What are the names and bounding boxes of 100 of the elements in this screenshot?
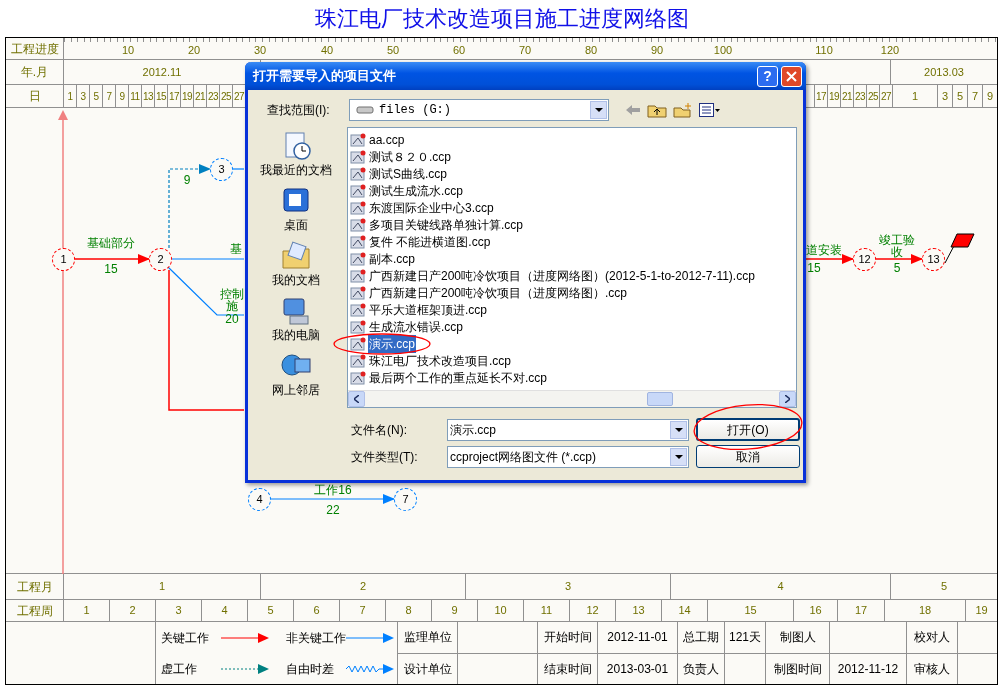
folder-up-icon[interactable] [647,102,667,118]
file-item[interactable]: 平乐大道框架顶进.ccp [368,300,488,319]
file-icon [350,353,366,368]
day-cell: 1 [64,85,77,107]
info-label: 设计单位 [398,653,458,684]
dialog-button[interactable]: 取消 [696,445,800,468]
info-label: 监理单位 [398,622,458,653]
day-cell: 19 [181,85,194,107]
activity-name: 工作16 [313,484,353,496]
file-item[interactable]: 复件 不能进横道图.ccp [368,232,492,251]
file-item[interactable]: 最后两个工作的重点延长不对.ccp [368,368,548,387]
dialog-button[interactable]: 打开(O) [696,418,800,441]
file-item[interactable]: 测试S曲线.ccp [368,164,448,183]
info-label: 结束时间 [538,653,598,684]
activity-duration: 15 [104,263,118,275]
file-item[interactable]: 测试生成流水.ccp [368,181,464,200]
chart-title: 珠江电厂技术改造项目施工进度网络图 [315,5,689,33]
file-item[interactable]: 珠江电厂技术改造项目.ccp [368,351,512,370]
file-item[interactable]: 测试８２０.ccp [368,147,452,166]
file-item[interactable]: aa.ccp [368,130,406,149]
place-label[interactable]: 我的电脑 [272,326,320,344]
info-value: 2013-03-01 [598,653,678,684]
file-item[interactable]: 演示.ccp [368,334,416,353]
day-cell: 11 [129,85,142,107]
horizontal-scrollbar[interactable] [348,390,796,407]
week-cell: 8 [386,600,432,621]
legend-label: 自由时差 [285,660,335,678]
file-field[interactable]: ccproject网络图文件 (*.ccp) [447,445,689,468]
view-menu-icon[interactable] [699,103,721,117]
activity-duration: 22 [326,504,340,516]
event-node: 13 [922,248,945,271]
scroll-right-icon[interactable] [779,391,796,407]
legend-arrow [221,663,269,674]
week-cell: 5 [248,600,294,621]
scroll-left-icon[interactable] [348,391,365,407]
tick-label: 70 [518,43,532,58]
file-item[interactable]: 多项目关键线路单独计算.ccp [368,215,524,234]
tick-label: 30 [253,43,267,58]
file-icon [350,149,366,164]
place-label[interactable]: 我的文档 [272,271,320,289]
place-label[interactable]: 网上邻居 [272,381,320,399]
flag-icon [944,233,975,264]
info-label: 制图时间 [766,653,830,684]
week-cell: 13 [616,600,662,621]
week-cell: 16 [794,600,838,621]
file-icon [350,217,366,232]
file-item[interactable]: 生成流水错误.ccp [368,317,464,336]
activity-duration: 20 [225,313,239,325]
scrollbar-thumb[interactable] [646,392,673,406]
activity-name: 基础部分 [86,237,136,249]
week-cell: 6 [294,600,340,621]
info-label: 开始时间 [538,622,598,653]
info-label: 制图人 [766,622,830,653]
field-label: 文件名(N): [351,421,408,439]
folder-icon[interactable] [280,241,312,271]
computer-icon[interactable] [280,296,312,326]
file-icon [350,166,366,181]
file-icon [350,302,366,317]
month-cell: 4 [671,574,891,599]
week-cell: 14 [662,600,708,621]
tick-label: 80 [584,43,598,58]
legend-label: 虚工作 [160,660,198,678]
legend-label: 非关键工作 [285,629,346,647]
week-cell-text: 19 [974,603,989,619]
day-cell: 21 [840,85,853,107]
file-item[interactable]: 副本.ccp [368,249,416,268]
row-label: 工程月 [6,574,64,599]
file-item[interactable]: 东渡国际企业中心3.ccp [368,198,495,217]
info-label: 总工期 [678,622,725,653]
file-icon [350,285,366,300]
close-button[interactable] [781,65,802,87]
tick-label: 110 [815,43,833,58]
file-field[interactable]: 演示.ccp [447,418,689,441]
row-label: 日 [6,85,64,107]
legend-arrow [221,632,269,643]
info-label: 审核人 [907,653,958,684]
file-icon [350,234,366,249]
month-cell: 3 [466,574,671,599]
week-cell: 10 [478,600,524,621]
week-cell: 11 [524,600,570,621]
activity-duration: 5 [893,262,901,274]
info-value: 2012-11-12 [830,653,907,684]
help-button[interactable]: ? [757,65,778,87]
file-icon [350,268,366,283]
week-cell: 7 [340,600,386,621]
day-cell: 3 [77,85,90,107]
day-cell: 9 [116,85,129,107]
file-list[interactable] [347,127,797,408]
file-item[interactable]: 广西新建日产200吨冷饮项目（进度网络图）(2012-5-1-to-2012-7-11).ccp [368,266,756,285]
event-node: 4 [248,488,271,511]
look-in-dropdown[interactable]: files (G:) [349,99,609,121]
legend-arrow [346,632,394,643]
day-cell: 27 [879,85,892,107]
place-label[interactable]: 桌面 [284,216,308,234]
day-cell: 21 [194,85,207,107]
file-item[interactable]: 广西新建日产200吨冷饮项目（进度网络图）.ccp [368,283,629,302]
close-icon [786,70,797,82]
week-cell: 4 [202,600,248,621]
day-cell: 25 [866,85,879,107]
place-label[interactable]: 我最近的文档 [260,161,332,179]
